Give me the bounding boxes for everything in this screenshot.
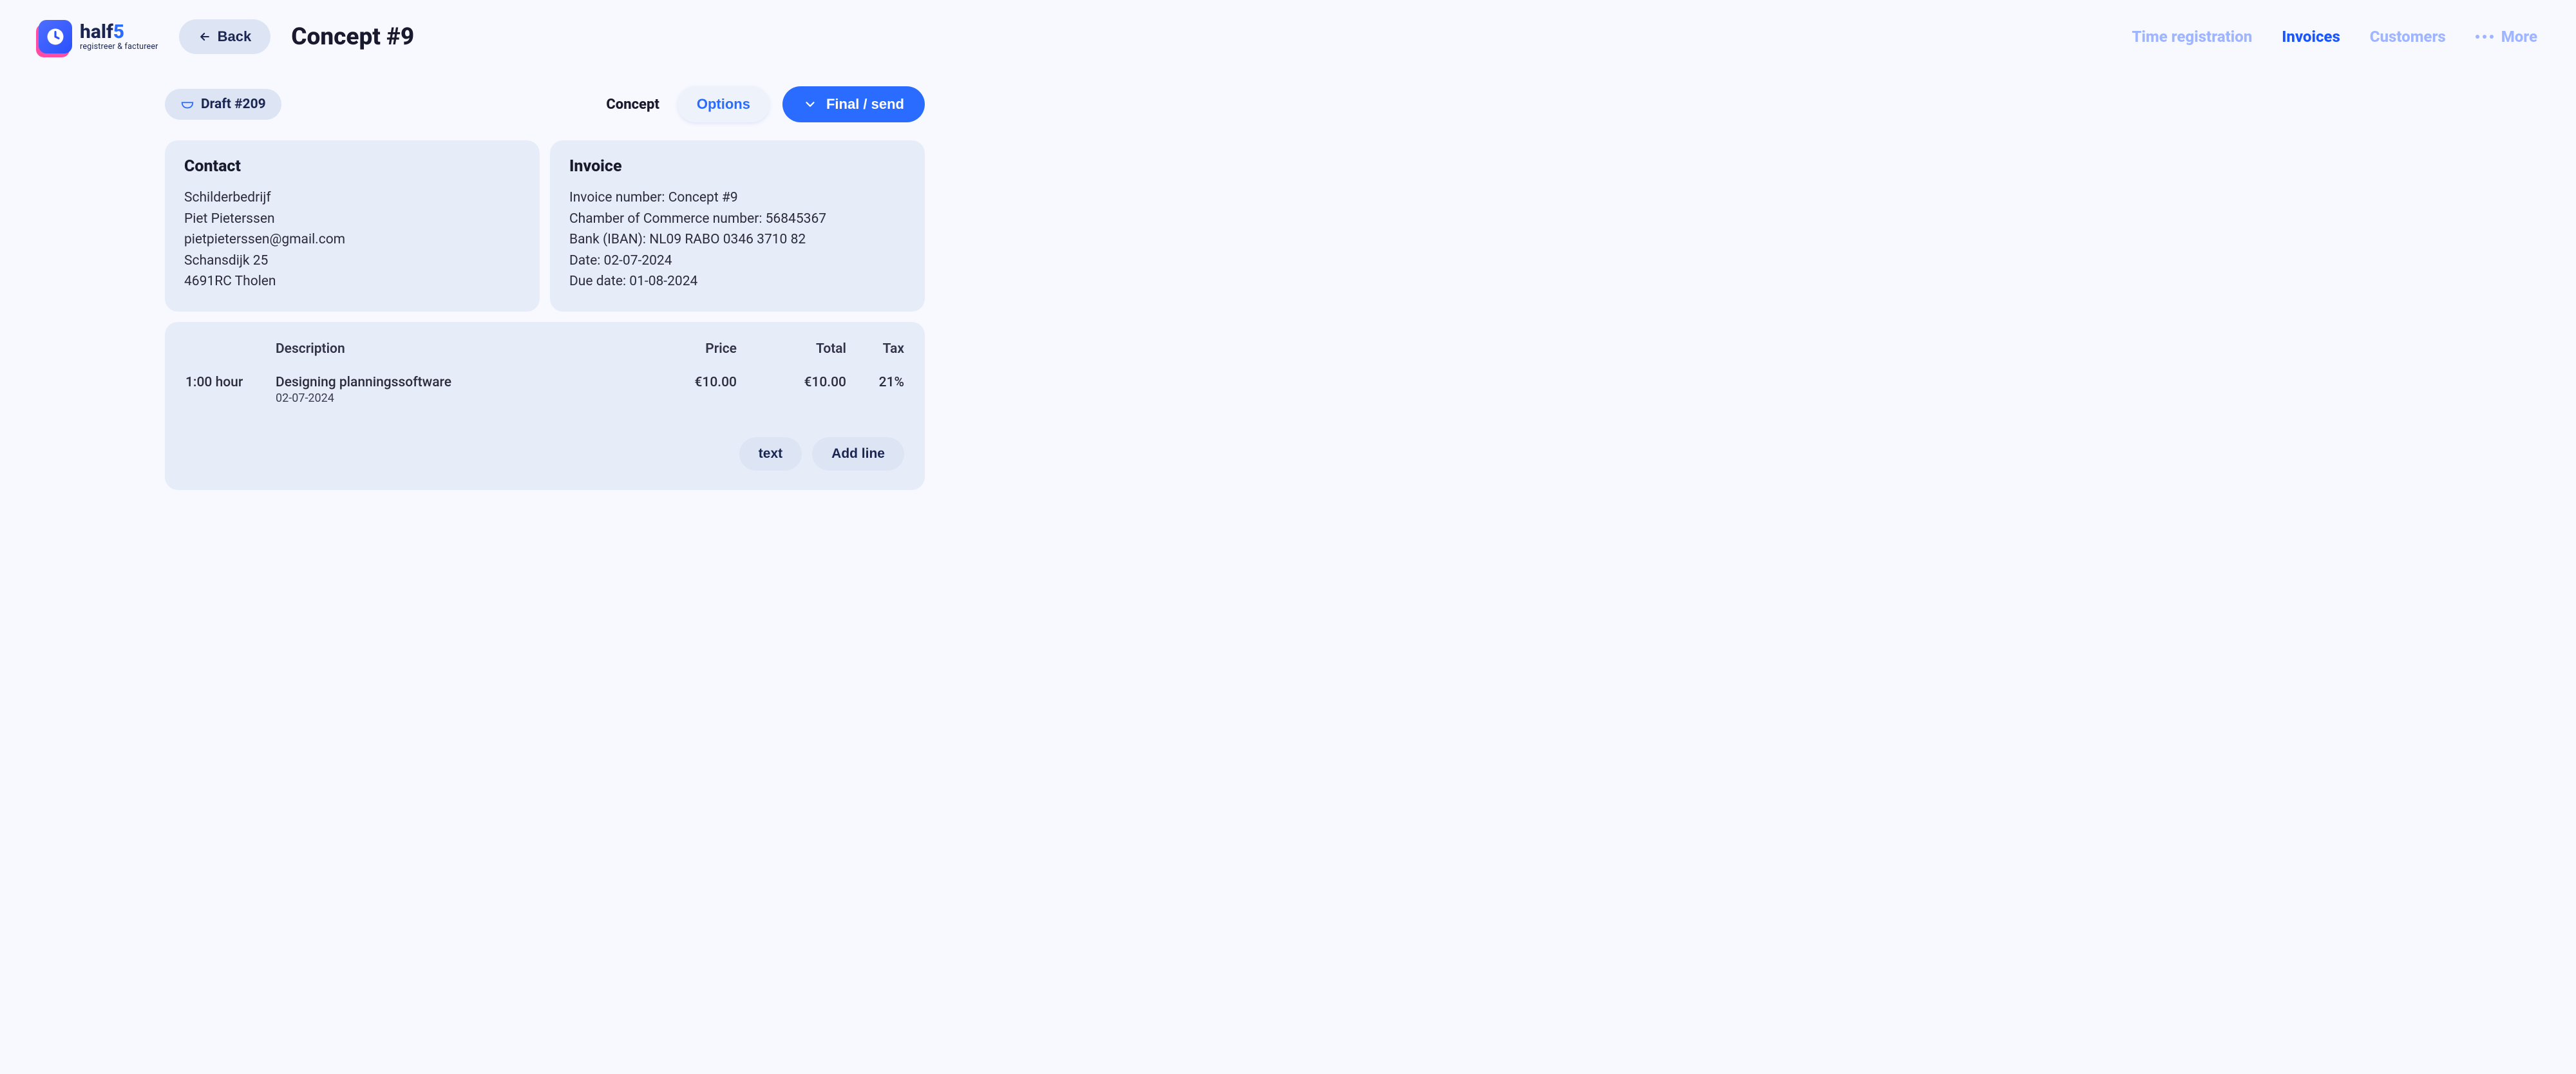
line-items-card: Description Price Total Tax 1:00 hour De… <box>165 322 925 490</box>
table-row[interactable]: 1:00 hour Designing planningssoftware 02… <box>179 375 911 405</box>
logo-mark <box>39 20 72 53</box>
contact-card: Contact Schilderbedrijf Piet Pieterssen … <box>165 140 540 312</box>
dots-icon <box>2476 35 2494 39</box>
concept-label: Concept <box>606 97 659 113</box>
contact-company: Schilderbedrijf <box>184 187 520 209</box>
col-total: Total <box>743 341 846 357</box>
contact-email: pietpieterssen@gmail.com <box>184 229 520 250</box>
nav-customers[interactable]: Customers <box>2370 28 2446 46</box>
logo[interactable]: half5 registreer & factureer <box>39 20 158 53</box>
contact-name: Piet Pieterssen <box>184 209 520 230</box>
add-line-button[interactable]: Add line <box>812 437 904 471</box>
action-row: Draft #209 Concept Options Final / send <box>165 86 925 122</box>
nav-invoices[interactable]: Invoices <box>2282 28 2340 46</box>
item-total: €10.00 <box>743 375 846 390</box>
items-header: Description Price Total Tax <box>179 341 911 357</box>
main-nav: Time registration Invoices Customers Mor… <box>2132 28 2537 46</box>
cup-icon <box>180 97 194 111</box>
invoice-card: Invoice Invoice number: Concept #9 Chamb… <box>550 140 925 312</box>
draft-chip[interactable]: Draft #209 <box>165 89 281 120</box>
invoice-date: Date: 02-07-2024 <box>569 250 905 272</box>
options-button[interactable]: Options <box>677 86 770 122</box>
brand-tagline: registreer & factureer <box>80 43 158 52</box>
invoice-due: Due date: 01-08-2024 <box>569 271 905 292</box>
nav-more[interactable]: More <box>2476 28 2537 46</box>
item-price: €10.00 <box>634 375 737 390</box>
item-tax: 21% <box>853 375 904 390</box>
text-button[interactable]: text <box>739 437 802 471</box>
col-description: Description <box>276 341 627 357</box>
contact-street: Schansdijk 25 <box>184 250 520 272</box>
col-price: Price <box>634 341 737 357</box>
chevron-down-icon <box>803 97 817 111</box>
item-description: Designing planningssoftware 02-07-2024 <box>276 375 627 405</box>
clock-icon <box>46 27 65 46</box>
col-tax: Tax <box>853 341 904 357</box>
arrow-left-icon <box>198 30 211 43</box>
invoice-number: Invoice number: Concept #9 <box>569 187 905 209</box>
brand-name: half5 <box>80 23 158 42</box>
invoice-coc: Chamber of Commerce number: 56845367 <box>569 209 905 230</box>
final-send-button[interactable]: Final / send <box>782 86 925 122</box>
header: half5 registreer & factureer Back Concep… <box>39 19 2537 54</box>
page-title: Concept #9 <box>291 23 414 51</box>
contact-heading: Contact <box>184 157 520 176</box>
nav-time-registration[interactable]: Time registration <box>2132 28 2252 46</box>
item-qty: 1:00 hour <box>185 375 269 390</box>
invoice-bank: Bank (IBAN): NL09 RABO 0346 3710 82 <box>569 229 905 250</box>
invoice-heading: Invoice <box>569 157 905 176</box>
contact-city: 4691RC Tholen <box>184 271 520 292</box>
back-button[interactable]: Back <box>179 19 271 54</box>
